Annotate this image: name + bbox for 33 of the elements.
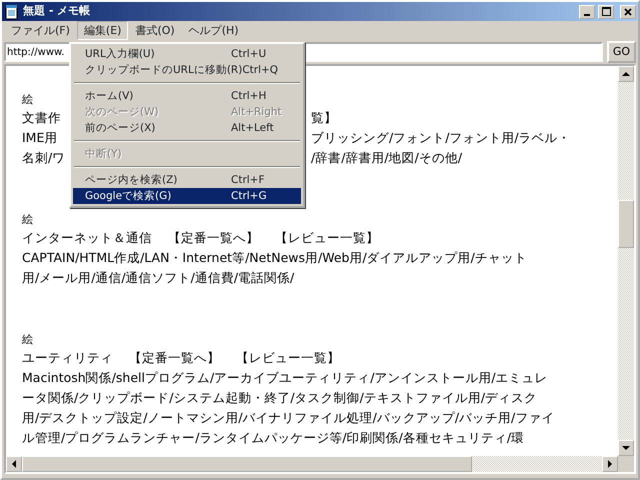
text-line: CAPTAIN/HTML作成/LAN・Internet等/NetNews用/Web用/ダイアルアップ用/チャット [22,250,527,265]
text-line: 覧】 [311,109,337,127]
text-line: ブリッシング/フォント/フォント用/ラベル・ [311,129,571,147]
shortcut-label: Alt+Left [231,121,275,136]
text-line: Macintosh関係/shellプログラム/アーカイブユーティリティ/アンインストール用/エミュレ [22,370,548,385]
shortcut-label: Ctrl+H [231,89,268,104]
shortcut-label: Alt+Right [231,105,283,120]
shortcut-label: Ctrl+G [231,189,268,204]
menu-item-label: Googleで検索(G) [85,189,172,204]
menu-item-label: 次のページ(W) [85,105,159,120]
text-line: 文書作 [22,110,61,125]
shortcut-label: Ctrl+Q [242,63,280,78]
text-line: /辞書/辞書用/地図/その他/ [311,149,462,167]
menu-item-label: ページ内を検索(Z) [85,173,178,188]
picture-label: 絵 [22,333,33,346]
menu-item-label: 前のページ(X) [85,121,156,136]
text-line: 名刺/ワ [22,150,66,165]
shortcut-label: Ctrl+U [231,47,268,62]
menu-item-label: URL入力欄(U) [85,47,155,62]
picture-label: 絵 [22,213,33,226]
category-title: インターネット＆通信 [22,230,152,245]
window-title: 無題 - メモ帳 [23,3,90,20]
shortcut-label: Ctrl+F [231,173,266,188]
text-line: 用/メール用/通信/通信ソフト/通信費/電話関係/ [22,270,294,285]
text-line: ル管理/プログラムランチャー/ランタイムパッケージ等/印刷関係/各種セキュリティ/環 [22,430,524,445]
text-line: IME用 [22,130,58,145]
text-line: ータ関係/クリップボード/システム起動・終了/タスク制御/テキストファイル用/ディスク [22,390,538,405]
category-title: ユーティリティ [22,350,113,365]
menu-item-label: クリップボードのURLに移動(R) [85,63,242,78]
text-line: 用/デスクトップ設定/ノートマシン用/バイナリファイル処理/バックアップ/バッチ用/ファイ [22,410,554,425]
menu-item-label: 中断(Y) [85,147,122,162]
menu-item-label: ホーム(V) [85,89,134,104]
picture-label: 絵 [22,93,33,106]
